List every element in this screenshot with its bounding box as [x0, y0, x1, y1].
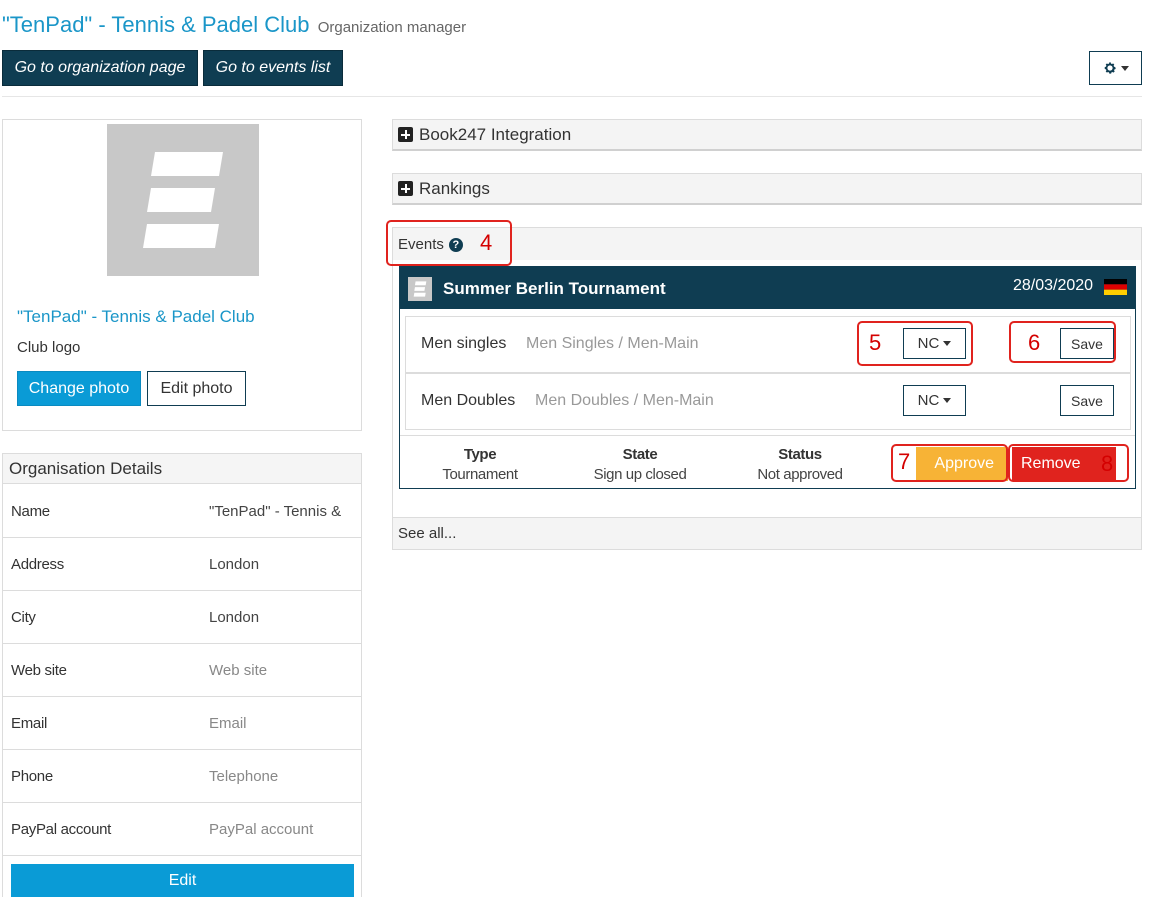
change-photo-button[interactable]: Change photo: [17, 371, 141, 406]
detail-label: Web site: [11, 661, 67, 679]
info-state-value: Sign up closed: [593, 466, 687, 483]
detail-label: PayPal account: [11, 820, 112, 838]
club-logo-image: [107, 124, 259, 276]
detail-value: Web site: [209, 661, 268, 679]
detail-label: City: [11, 608, 36, 626]
annotation-number: 7: [898, 449, 911, 474]
events-panel: Events ? Summer Berlin Tournament 28/03/…: [392, 227, 1142, 550]
club-logo-label: Club logo: [17, 339, 81, 356]
annotation-number: 6: [1028, 330, 1041, 355]
detail-label: Phone: [11, 767, 53, 785]
see-all-link[interactable]: See all...: [393, 517, 1141, 549]
annotation-number: 5: [869, 330, 882, 355]
detail-label: Address: [11, 555, 64, 573]
event-name[interactable]: Summer Berlin Tournament: [443, 279, 666, 299]
gear-icon: [1104, 62, 1116, 74]
detail-row-city: City London: [3, 591, 361, 644]
category-name: Men Doubles: [421, 392, 516, 409]
category-row: Men Doubles Men Doubles / Men-Main NC Sa…: [405, 373, 1131, 430]
settings-dropdown-button[interactable]: [1089, 51, 1142, 85]
info-status: Status Not approved: [730, 446, 870, 483]
save-button[interactable]: Save: [1060, 385, 1114, 416]
info-status-value: Not approved: [757, 466, 843, 483]
header-divider: [2, 96, 1142, 97]
info-type: Type Tournament: [410, 446, 550, 483]
event-header: Summer Berlin Tournament 28/03/2020: [400, 267, 1135, 309]
detail-row-name: Name "TenPad" - Tennis & Padel Club: [3, 485, 361, 538]
annotation-box-4: [386, 220, 512, 266]
panel-title: Book247 Integration: [419, 124, 572, 144]
page-title: "TenPad" - Tennis & Padel Club: [2, 12, 310, 37]
chevron-down-icon: [1120, 65, 1129, 71]
organisation-details-card: Organisation Details Name "TenPad" - Ten…: [2, 453, 362, 897]
expand-plus-icon: [398, 181, 413, 196]
category-subtitle: Men Singles / Men-Main: [526, 335, 699, 352]
info-status-label: Status: [778, 446, 822, 463]
expand-plus-icon: [398, 127, 413, 142]
detail-row-phone: Phone Telephone: [3, 750, 361, 803]
category-subtitle: Men Doubles / Men-Main: [535, 392, 714, 409]
detail-value: Email: [209, 714, 247, 732]
level-value: NC: [917, 392, 940, 409]
germany-flag-icon: [1104, 279, 1127, 295]
panel-rankings[interactable]: Rankings: [392, 173, 1142, 205]
detail-value: "TenPad" - Tennis & Padel Club: [209, 502, 344, 520]
annotation-number: 4: [480, 230, 493, 255]
event-date: 28/03/2020: [1013, 277, 1094, 294]
detail-row-paypal: PayPal account PayPal account: [3, 803, 361, 856]
go-to-events-list-button[interactable]: Go to events list: [203, 50, 343, 86]
edit-photo-button[interactable]: Edit photo: [147, 371, 246, 406]
level-dropdown[interactable]: NC: [903, 385, 966, 416]
logo-icon: [143, 152, 223, 248]
detail-row-address: Address London: [3, 538, 361, 591]
detail-value: PayPal account: [209, 820, 314, 838]
detail-value: London: [209, 608, 260, 626]
page-subtitle: Organization manager: [317, 19, 467, 36]
detail-value: London: [209, 555, 260, 573]
detail-row-website: Web site Web site: [3, 644, 361, 697]
organisation-details-title: Organisation Details: [3, 454, 361, 484]
info-state-label: State: [622, 446, 658, 463]
info-type-label: Type: [463, 446, 497, 463]
detail-label: Name: [11, 502, 50, 520]
category-name: Men singles: [421, 335, 507, 352]
club-name-link[interactable]: "TenPad" - Tennis & Padel Club: [17, 307, 255, 327]
panel-title: Rankings: [419, 178, 490, 198]
profile-card: "TenPad" - Tennis & Padel Club Club logo…: [2, 119, 362, 431]
page-header: "TenPad" - Tennis & Padel Club Organizat…: [2, 12, 466, 38]
info-state: State Sign up closed: [570, 446, 710, 483]
detail-value: Telephone: [209, 767, 279, 785]
edit-details-button[interactable]: Edit: [11, 864, 354, 897]
panel-book247-integration[interactable]: Book247 Integration: [392, 119, 1142, 151]
chevron-down-icon: [943, 398, 952, 403]
detail-row-email: Email Email: [3, 697, 361, 750]
info-type-value: Tournament: [442, 466, 518, 483]
go-to-organization-page-button[interactable]: Go to organization page: [2, 50, 198, 86]
annotation-box-6: [1009, 321, 1116, 363]
event-logo-icon: [408, 277, 432, 301]
detail-label: Email: [11, 714, 48, 732]
annotation-number: 8: [1101, 451, 1114, 476]
